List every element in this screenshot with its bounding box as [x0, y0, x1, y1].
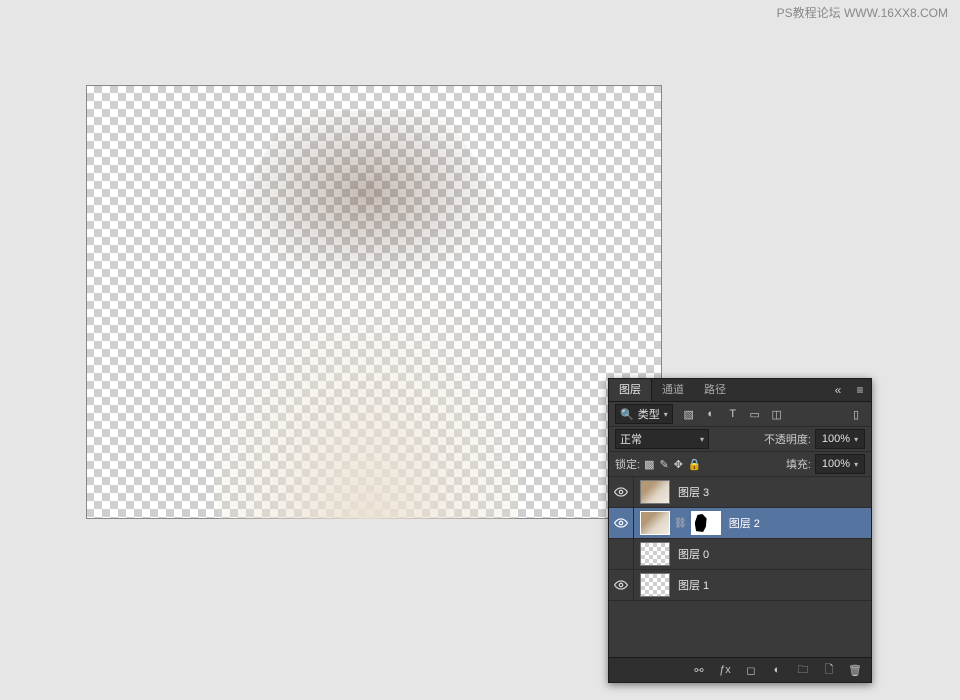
- filter-smartobject-icon[interactable]: ◫: [769, 408, 785, 421]
- filter-type-dropdown[interactable]: 🔍 类型 ▾: [615, 404, 673, 424]
- search-icon: 🔍: [620, 408, 634, 421]
- document-canvas[interactable]: [86, 85, 662, 519]
- eye-icon: [614, 485, 628, 499]
- layer-mask-thumbnail[interactable]: [691, 511, 721, 535]
- chevron-down-icon: ▾: [854, 460, 858, 469]
- layer-thumbnail[interactable]: [640, 511, 670, 535]
- chevron-down-icon: ▾: [854, 435, 858, 444]
- blend-mode-dropdown[interactable]: 正常 ▾: [615, 429, 709, 449]
- filter-type-label: 类型: [638, 406, 660, 422]
- tab-layers[interactable]: 图层: [609, 379, 652, 401]
- lock-all-icon[interactable]: 🔒: [688, 458, 702, 471]
- lock-label: 锁定:: [615, 456, 640, 472]
- lock-position-icon[interactable]: ✥: [674, 458, 683, 471]
- filter-shape-icon[interactable]: ▭: [747, 408, 763, 421]
- new-group-icon[interactable]: 🗀: [795, 661, 811, 680]
- visibility-toggle[interactable]: [609, 570, 634, 600]
- blend-mode-value: 正常: [620, 431, 642, 447]
- layers-panel: 图层 通道 路径 « ≡ 🔍 类型 ▾ ▧ ◐ T ▭ ◫ ▯ 正常 ▾ 不透明…: [608, 378, 872, 683]
- layer-filter-row: 🔍 类型 ▾ ▧ ◐ T ▭ ◫ ▯: [609, 402, 871, 427]
- eye-icon: [614, 578, 628, 592]
- filter-type-icon[interactable]: T: [725, 408, 741, 421]
- opacity-label: 不透明度:: [764, 431, 811, 447]
- chevron-down-icon: ▾: [700, 435, 704, 444]
- layer-row[interactable]: 图层 1: [609, 570, 871, 601]
- blend-row: 正常 ▾ 不透明度: 100% ▾: [609, 427, 871, 452]
- layer-row[interactable]: 图层 0: [609, 539, 871, 570]
- tab-paths[interactable]: 路径: [694, 379, 736, 401]
- lock-pixels-icon[interactable]: ✎: [659, 458, 668, 471]
- opacity-field[interactable]: 100% ▾: [815, 429, 865, 449]
- layer-thumbnail[interactable]: [640, 573, 670, 597]
- lock-transparency-icon[interactable]: ▩: [644, 458, 654, 471]
- link-layers-icon[interactable]: ⚯: [691, 664, 707, 677]
- delete-layer-icon[interactable]: 🗑: [847, 664, 863, 677]
- layers-bottom-bar: ⚯ ƒx ◻ ◐ 🗀 🗋 🗑: [609, 657, 871, 682]
- new-adjustment-icon[interactable]: ◐: [769, 664, 785, 676]
- layer-list: 图层 3 ⛓ 图层 2 图层 0 图层 1: [609, 477, 871, 601]
- watermark-text: PS教程论坛 WWW.16XX8.COM: [777, 4, 948, 21]
- filter-image-icon[interactable]: ▧: [681, 408, 697, 421]
- new-layer-icon[interactable]: 🗋: [821, 661, 837, 680]
- filter-adjustment-icon[interactable]: ◐: [703, 408, 719, 421]
- visibility-toggle[interactable]: [609, 477, 634, 507]
- layer-thumbnail[interactable]: [640, 480, 670, 504]
- lock-row: 锁定: ▩ ✎ ✥ 🔒 填充: 100% ▾: [609, 452, 871, 477]
- panel-menu-icon[interactable]: ≡: [849, 383, 871, 397]
- lock-icons: ▩ ✎ ✥ 🔒: [644, 458, 702, 471]
- opacity-value: 100%: [822, 433, 850, 445]
- layer-thumbnail[interactable]: [640, 542, 670, 566]
- fill-label: 填充:: [786, 456, 811, 472]
- filter-toggle-switch[interactable]: ▯: [847, 405, 865, 423]
- fill-value: 100%: [822, 458, 850, 470]
- canvas-subject: [86, 85, 662, 519]
- layer-row[interactable]: ⛓ 图层 2: [609, 508, 871, 539]
- add-mask-icon[interactable]: ◻: [743, 664, 759, 677]
- filter-kind-icons: ▧ ◐ T ▭ ◫: [681, 408, 785, 421]
- eye-icon: [614, 516, 628, 530]
- layer-row[interactable]: 图层 3: [609, 477, 871, 508]
- layer-name[interactable]: 图层 2: [727, 515, 865, 531]
- panel-tabs: 图层 通道 路径 « ≡: [609, 379, 871, 402]
- fill-field[interactable]: 100% ▾: [815, 454, 865, 474]
- chevron-down-icon: ▾: [664, 410, 668, 419]
- layer-name[interactable]: 图层 0: [676, 546, 865, 562]
- subject-silhouette: [172, 111, 564, 519]
- layer-name[interactable]: 图层 3: [676, 484, 865, 500]
- layer-name[interactable]: 图层 1: [676, 577, 865, 593]
- tab-channels[interactable]: 通道: [652, 379, 694, 401]
- visibility-toggle[interactable]: [609, 508, 634, 538]
- visibility-toggle[interactable]: [609, 539, 634, 569]
- layer-style-icon[interactable]: ƒx: [717, 664, 733, 676]
- close-panel-icon[interactable]: «: [827, 383, 849, 397]
- mask-link-icon[interactable]: ⛓: [674, 518, 687, 529]
